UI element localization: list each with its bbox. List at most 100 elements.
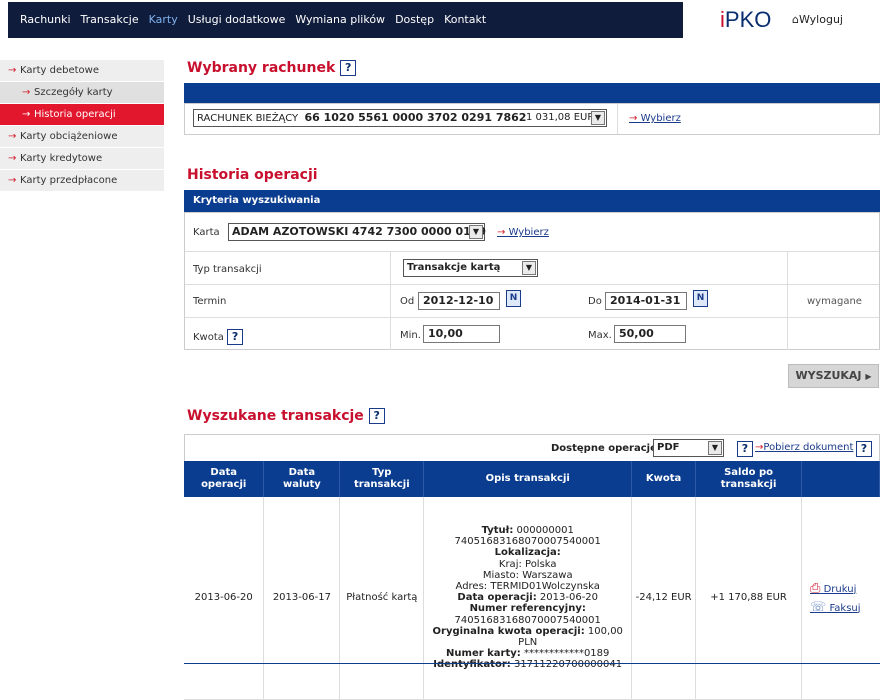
required-note: wymagane [807, 296, 862, 307]
arrow-icon: → [8, 153, 17, 164]
date-to-input[interactable]: 2014-01-31 [605, 292, 687, 310]
divider [185, 251, 879, 252]
fax-link[interactable]: ☏ Faksuj [810, 600, 880, 615]
nav-item[interactable]: Wymiana plików [295, 13, 385, 26]
description-value: 740516831680700075400​01 [454, 536, 601, 548]
nav-item[interactable]: Kontakt [444, 13, 486, 26]
min-label: Min. [400, 330, 421, 341]
sidebar-item-credit-cards[interactable]: → Karty kredytowe [0, 148, 164, 170]
arrow-icon: → [8, 175, 17, 186]
divider [390, 252, 391, 350]
op-date-cell: 2013-06-20 [184, 497, 265, 700]
search-button[interactable]: WYSZUKAJ ▶ [788, 364, 879, 388]
column-header: Kwota [631, 461, 697, 497]
pdf-icon: ⎙ [810, 580, 821, 596]
help-icon[interactable]: ? [227, 329, 244, 345]
print-link[interactable]: ⎙ Drukuj [810, 581, 880, 596]
transaction-type-select[interactable]: Transakcje kartą ▼ [403, 259, 538, 277]
column-header: Typ transakcji [339, 461, 425, 497]
ops-label: Dostępne operacje: [551, 443, 661, 454]
nav-item[interactable]: Rachunki [20, 13, 71, 26]
card-select[interactable]: ADAM AZOTOWSKI 4742 7300 0000 0189 ▼ [228, 223, 486, 241]
description-line: Adres: TERMID01Wolczynska [424, 581, 631, 592]
account-header-bar [184, 83, 880, 103]
description-key: Numer karty: [446, 648, 521, 660]
help-icon[interactable]: ? [737, 441, 753, 457]
amount-cell: -24,12 EUR [631, 497, 697, 700]
description-line: 74051683168070007540001 [424, 615, 631, 626]
table-bottom [184, 663, 880, 664]
criteria-title: Kryteria wyszukiwania [193, 195, 321, 206]
column-header [801, 461, 880, 497]
description-key: Data operacji: [457, 592, 537, 604]
nav-item[interactable]: Transakcje [81, 13, 139, 26]
table-row: 2013-06-20 2013-06-17 Płatność kartą Tyt… [184, 497, 880, 700]
description-line: 740516831680700075400​01 [424, 536, 631, 547]
divider [787, 252, 788, 350]
description-value: ************0189 [520, 648, 610, 660]
calendar-icon[interactable]: N [693, 290, 708, 307]
arrow-icon: → [22, 87, 31, 98]
description-line: Kraj: Polska [424, 559, 631, 570]
sidebar-item-debit-cards[interactable]: → Karty debetowe [0, 60, 164, 82]
arrow-icon: → [22, 109, 31, 120]
to-label: Do [588, 296, 602, 307]
description-line: Tytuł: 000000001 [424, 525, 631, 536]
chevron-down-icon: ▼ [708, 441, 722, 455]
chevron-down-icon: ▼ [469, 225, 483, 239]
balance-cell: +1 170,88 EUR [695, 497, 802, 700]
description-line: Lokalizacja: [424, 547, 631, 558]
amount-label: Kwota ? [193, 329, 244, 345]
description-key: Oryginalna kwota operacji: [432, 625, 585, 637]
arrow-icon: → [8, 65, 17, 76]
amount-max-input[interactable]: 50,00 [614, 325, 686, 343]
help-icon[interactable]: ? [368, 408, 385, 424]
account-select[interactable]: RACHUNEK BIEŻĄCY 66 1020 5561 0000 3702 … [193, 109, 607, 127]
chevron-right-icon: ▶ [865, 372, 872, 381]
actions-cell: ⎙ Drukuj ☏ Faksuj [801, 497, 880, 700]
sidebar-item-operation-history[interactable]: → Historia operacji [0, 104, 164, 126]
criteria-header: Kryteria wyszukiwania [184, 190, 880, 212]
description-value: 2013-06-20 [536, 592, 599, 604]
nav-item[interactable]: Karty [149, 13, 178, 26]
history-title: Historia operacji [187, 167, 318, 183]
description-value: Kraj: Polska [498, 558, 557, 570]
arrow-icon: → [8, 131, 17, 142]
description-key: Lokalizacja: [494, 547, 561, 559]
description-key: Tytuł: [481, 524, 514, 536]
description-line: Miasto: Warszawa [424, 570, 631, 581]
arrow-icon: → [497, 227, 509, 238]
format-select[interactable]: PDF ▼ [653, 439, 724, 457]
ipko-logo[interactable]: iPKO [720, 7, 771, 33]
max-label: Max. [588, 330, 612, 341]
help-icon[interactable]: ? [340, 60, 357, 76]
nav-item[interactable]: Dostęp [395, 13, 434, 26]
divider [185, 317, 879, 318]
description-value: Adres: TERMID01Wolczynska [455, 580, 600, 592]
account-title: Wybrany rachunek ? [187, 60, 357, 76]
description-line: Data operacji: 2013-06-20 [424, 592, 631, 603]
help-icon[interactable]: ? [856, 441, 872, 457]
sidebar-item-charge-cards[interactable]: → Karty obciążeniowe [0, 126, 164, 148]
main-nav: Rachunki Transakcje Karty Usługi dodatkowe W… [8, 2, 683, 38]
sidebar: → Karty debetowe → Szczegóły karty → Histor… [0, 60, 164, 192]
logout-link[interactable]: ⌂Wyloguj [792, 13, 843, 26]
account-choose-link[interactable]: → Wybierz [629, 113, 681, 124]
sidebar-item-prepaid-cards[interactable]: → Karty przedpłacone [0, 170, 164, 192]
card-choose-link[interactable]: → Wybierz [497, 227, 549, 238]
date-from-input[interactable]: 2012-12-10 [418, 292, 500, 310]
download-document-link[interactable]: →Pobierz dokument [755, 442, 853, 453]
fax-icon: ☏ [810, 599, 827, 615]
card-label: Karta [193, 227, 220, 238]
calendar-icon[interactable]: N [506, 290, 521, 307]
description-value: 31711220700000041 [510, 659, 623, 671]
description-key: Numer referencyjny: [469, 603, 586, 615]
sidebar-item-card-details[interactable]: → Szczegóły karty [0, 82, 164, 104]
column-header: Data waluty [263, 461, 341, 497]
results-title: Wyszukane transakcje ? [187, 408, 385, 424]
description-line: Numer karty: ************0189 [424, 648, 631, 659]
logout-icon: ⌂ [792, 13, 799, 26]
nav-item[interactable]: Usługi dodatkowe [188, 13, 286, 26]
description-value: Miasto: Warszawa [482, 569, 573, 581]
amount-min-input[interactable]: 10,00 [423, 325, 500, 343]
